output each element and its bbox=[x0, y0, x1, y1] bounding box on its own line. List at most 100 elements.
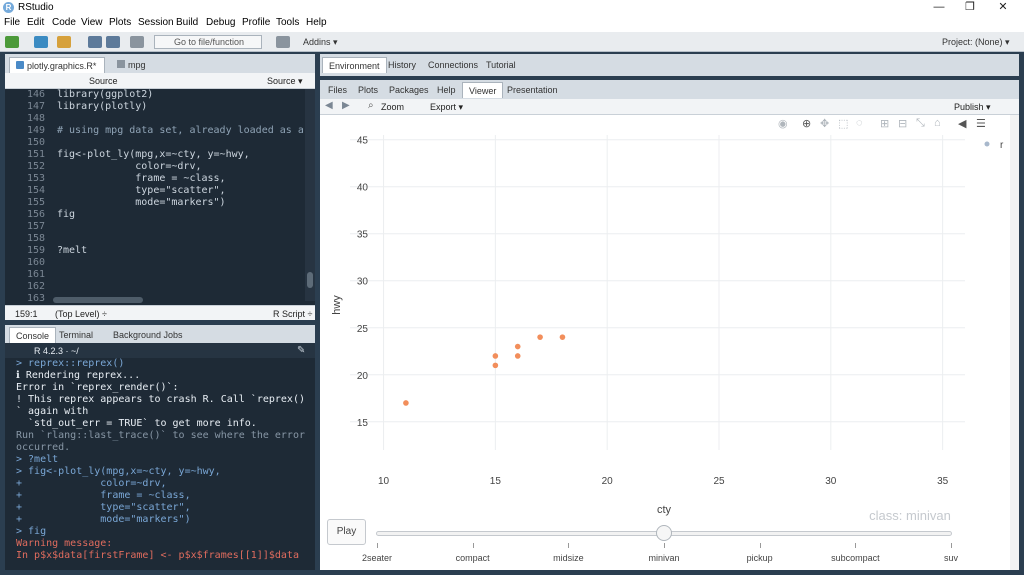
code-line[interactable]: 146 library(ggplot2) bbox=[5, 89, 153, 100]
hscroll-thumb[interactable] bbox=[53, 297, 143, 303]
play-button[interactable]: Play bbox=[327, 519, 366, 545]
slider-step-label[interactable]: compact bbox=[456, 553, 490, 563]
slider-step-label[interactable]: minivan bbox=[648, 553, 679, 563]
line-number: 157 bbox=[26, 221, 45, 232]
console-tabstrip: Console Terminal Background Jobs bbox=[5, 325, 315, 343]
code-line[interactable]: 162 bbox=[5, 281, 57, 292]
filetype-selector[interactable]: R Script ÷ bbox=[273, 309, 312, 319]
tab-packages[interactable]: Packages bbox=[383, 82, 435, 98]
code-line[interactable]: 149 # using mpg data set, already loaded … bbox=[5, 125, 303, 136]
menu-plots[interactable]: Plots bbox=[109, 17, 131, 28]
code-line[interactable]: 155 mode="markers") bbox=[5, 197, 226, 208]
viewer-scrollbar[interactable] bbox=[1010, 115, 1019, 570]
menu-edit[interactable]: Edit bbox=[27, 17, 44, 28]
menu-build[interactable]: Build bbox=[176, 17, 198, 28]
tab-viewer[interactable]: Viewer bbox=[462, 82, 504, 98]
slider-step-label[interactable]: subcompact bbox=[831, 553, 880, 563]
grid-layout-icon[interactable] bbox=[276, 36, 290, 48]
zoom-icon: ⌕ bbox=[368, 100, 374, 111]
new-file-icon[interactable] bbox=[5, 36, 19, 48]
data-point[interactable] bbox=[514, 353, 521, 359]
code-line[interactable]: 150 bbox=[5, 137, 57, 148]
publish-button[interactable]: Publish ▾ bbox=[954, 102, 991, 113]
project-menu[interactable]: Project: (None) ▾ bbox=[942, 37, 1010, 48]
menu-view[interactable]: View bbox=[81, 17, 103, 28]
goto-file-input[interactable]: Go to file/function bbox=[154, 35, 262, 49]
code-line[interactable]: 147 library(plotly) bbox=[5, 101, 147, 112]
forward-arrow-icon[interactable]: ▶ bbox=[342, 100, 350, 111]
tab-tutorial[interactable]: Tutorial bbox=[480, 57, 522, 73]
new-project-icon[interactable] bbox=[34, 36, 48, 48]
slider-step-label[interactable]: 2seater bbox=[362, 553, 392, 563]
menu-debug[interactable]: Debug bbox=[206, 17, 235, 28]
open-file-icon[interactable] bbox=[57, 36, 71, 48]
data-point[interactable] bbox=[537, 334, 543, 340]
code-area[interactable]: 146 library(ggplot2) 147 library(plotly) 148… bbox=[5, 89, 303, 301]
data-point[interactable] bbox=[492, 362, 499, 369]
code-text: # using mpg data set, already loaded as … bbox=[57, 125, 303, 136]
data-point[interactable] bbox=[514, 343, 521, 350]
console-output[interactable]: > reprex::reprex() ℹ Rendering reprex... E… bbox=[5, 358, 305, 570]
slider-step-label[interactable]: midsize bbox=[553, 553, 584, 563]
menu-help[interactable]: Help bbox=[306, 17, 327, 28]
x-tick-labels: 10 15 20 25 30 35 bbox=[378, 476, 949, 487]
code-line[interactable]: 163 bbox=[5, 293, 57, 301]
line-number: 159 bbox=[26, 245, 45, 256]
save-all-icon[interactable] bbox=[106, 36, 120, 48]
print-icon[interactable] bbox=[130, 36, 144, 48]
console-header: R 4.2.3 · ~/ ✎ bbox=[5, 343, 315, 358]
tab-terminal[interactable]: Terminal bbox=[53, 327, 99, 343]
tab-plots[interactable]: Plots bbox=[352, 82, 384, 98]
slider-step-label[interactable]: suv bbox=[944, 553, 958, 563]
menu-profile[interactable]: Profile bbox=[242, 17, 270, 28]
menu-code[interactable]: Code bbox=[52, 17, 76, 28]
export-button[interactable]: Export ▾ bbox=[430, 102, 463, 113]
data-point[interactable] bbox=[559, 334, 566, 340]
frame-slider-thumb[interactable] bbox=[656, 525, 672, 541]
code-line[interactable]: 156 fig bbox=[5, 209, 75, 220]
close-button[interactable]: ✕ bbox=[988, 0, 1018, 16]
tab-presentation[interactable]: Presentation bbox=[501, 82, 564, 98]
tab-help[interactable]: Help bbox=[431, 82, 462, 98]
slider-step-label[interactable]: pickup bbox=[747, 553, 773, 563]
menu-file[interactable]: File bbox=[4, 17, 20, 28]
back-arrow-icon[interactable]: ◀ bbox=[325, 100, 333, 111]
menu-tools[interactable]: Tools bbox=[276, 17, 299, 28]
tab-connections[interactable]: Connections bbox=[422, 57, 484, 73]
tab-background-jobs[interactable]: Background Jobs bbox=[107, 327, 189, 343]
code-line[interactable]: 153 frame = ~class, bbox=[5, 173, 226, 184]
tab-mpg[interactable]: mpg bbox=[111, 57, 161, 73]
env-tabstrip: Environment History Connections Tutorial bbox=[320, 54, 1019, 76]
code-line[interactable]: 158 bbox=[5, 233, 57, 244]
menu-session[interactable]: Session bbox=[138, 17, 174, 28]
tab-files[interactable]: Files bbox=[322, 82, 353, 98]
tab-environment[interactable]: Environment bbox=[322, 57, 387, 73]
code-line[interactable]: 154 type="scatter", bbox=[5, 185, 226, 196]
scope-selector[interactable]: (Top Level) ÷ bbox=[55, 309, 107, 319]
tab-plotly-graphics[interactable]: plotly.graphics.R* bbox=[9, 57, 105, 73]
source-button[interactable]: Source ▾ bbox=[267, 76, 303, 87]
code-line[interactable]: 159 ?melt bbox=[5, 245, 87, 256]
restore-button[interactable]: ❐ bbox=[955, 0, 985, 16]
addins-menu[interactable]: Addins ▾ bbox=[303, 37, 338, 48]
code-line[interactable]: 160 bbox=[5, 257, 57, 268]
data-point[interactable] bbox=[492, 353, 499, 359]
tab-history[interactable]: History bbox=[382, 57, 422, 73]
code-line[interactable]: 151 fig<-plot_ly(mpg,x=~cty, y=~hwy, bbox=[5, 149, 250, 160]
broom-icon[interactable]: ✎ bbox=[297, 345, 305, 356]
source-on-save-label[interactable]: Source bbox=[89, 76, 118, 86]
scroll-thumb[interactable] bbox=[307, 272, 313, 288]
code-text: library(plotly) bbox=[57, 101, 148, 112]
code-line[interactable]: 161 bbox=[5, 269, 57, 280]
minimize-button[interactable]: — bbox=[924, 0, 954, 16]
tab-console[interactable]: Console bbox=[9, 327, 57, 343]
code-line[interactable]: 157 bbox=[5, 221, 57, 232]
code-line[interactable]: 148 bbox=[5, 113, 57, 124]
editor-scrollbar[interactable] bbox=[305, 89, 315, 301]
console-line: > ?melt bbox=[16, 454, 59, 465]
zoom-button[interactable]: Zoom bbox=[381, 102, 404, 112]
data-point[interactable] bbox=[403, 400, 409, 406]
legend-label[interactable]: r bbox=[1000, 140, 1004, 151]
save-icon[interactable] bbox=[88, 36, 102, 48]
code-line[interactable]: 152 color=~drv, bbox=[5, 161, 202, 172]
